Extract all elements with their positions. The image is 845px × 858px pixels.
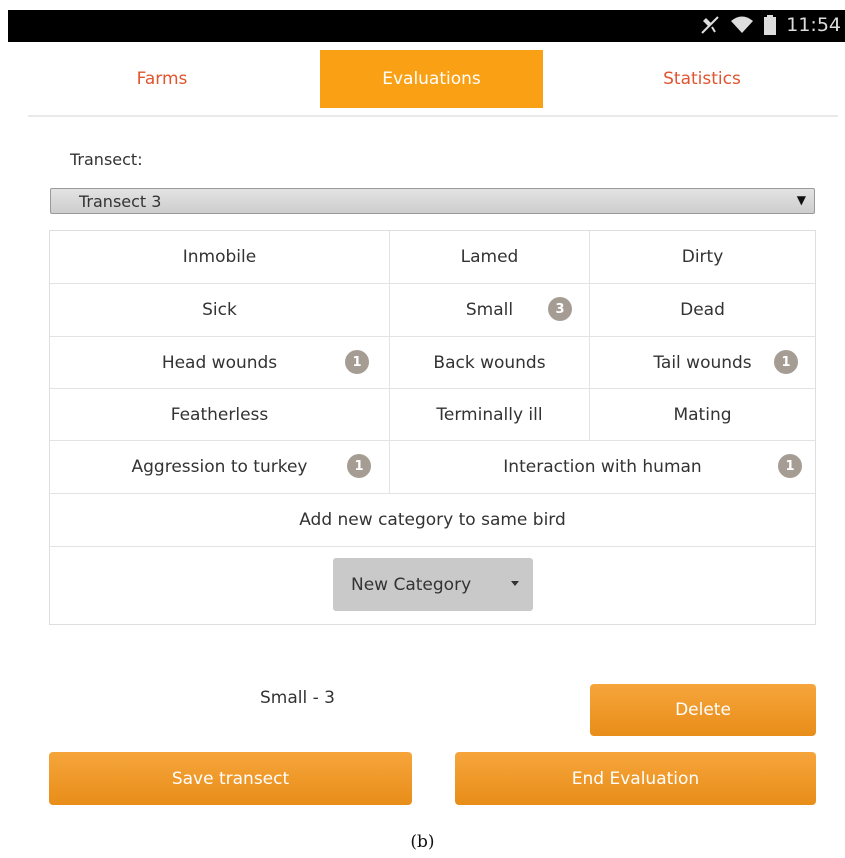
count-badge: 1 [347,454,371,478]
category-head-wounds[interactable]: Head wounds 1 [50,337,390,389]
category-label: Terminally ill [436,404,543,425]
add-category-row: Add new category to same bird [50,494,815,547]
clock-time: 11:54 [786,14,841,36]
category-label: Inmobile [182,247,257,267]
category-interaction-with-human[interactable]: Interaction with human 1 [390,441,815,494]
category-back-wounds[interactable]: Back wounds [390,337,590,389]
category-dead[interactable]: Dead [590,284,815,337]
category-dirty[interactable]: Dirty [590,231,815,284]
category-label: Tail wounds [653,352,752,373]
tab-farms[interactable]: Farms [28,50,296,108]
count-badge: 1 [774,350,798,374]
count-badge: 1 [345,350,369,374]
battery-icon [764,15,777,35]
transect-selected-value: Transect 3 [79,191,162,211]
save-transect-button[interactable]: Save transect [49,752,412,805]
category-label: Head wounds [161,352,278,373]
category-terminally-ill[interactable]: Terminally ill [390,389,590,441]
selection-summary: Small - 3 [260,688,335,708]
category-label: Interaction with human [503,457,702,477]
new-category-dropdown[interactable]: New Category [333,558,533,611]
caret-down-icon [511,581,519,586]
category-label: Sick [202,300,237,320]
category-tail-wounds[interactable]: Tail wounds 1 [590,337,815,389]
status-bar: 11:54 [8,10,845,42]
mute-icon [700,15,720,35]
tab-statistics[interactable]: Statistics [568,50,836,108]
category-small[interactable]: Small 3 [390,284,590,337]
count-badge: 1 [778,454,802,478]
category-label: Back wounds [433,352,546,373]
category-aggression-to-turkey[interactable]: Aggression to turkey 1 [50,441,390,494]
tab-evaluations[interactable]: Evaluations [320,50,543,108]
tab-bar: Farms Evaluations Statistics [28,50,836,108]
category-lamed[interactable]: Lamed [390,231,590,284]
category-label: Dirty [681,247,724,267]
tab-divider [28,115,838,117]
category-inmobile[interactable]: Inmobile [50,231,390,284]
category-label: Small [465,300,514,320]
category-label: Lamed [460,247,519,267]
dropdown-arrow-icon: ▼ [796,193,806,207]
category-label: Dead [680,300,725,320]
count-badge: 3 [548,297,572,321]
wifi-icon [730,15,754,35]
category-label: Mating [673,404,732,425]
figure-caption: (b) [410,832,435,852]
category-featherless[interactable]: Featherless [50,389,390,441]
end-evaluation-button[interactable]: End Evaluation [455,752,816,805]
transect-label: Transect: [70,150,143,169]
category-mating[interactable]: Mating [590,389,815,441]
category-sick[interactable]: Sick [50,284,390,337]
new-category-label: New Category [351,574,472,595]
category-label: Aggression to turkey [131,457,308,477]
delete-button[interactable]: Delete [590,684,816,736]
category-label: Featherless [170,404,269,425]
transect-select[interactable]: Transect 3 ▼ [50,188,815,214]
